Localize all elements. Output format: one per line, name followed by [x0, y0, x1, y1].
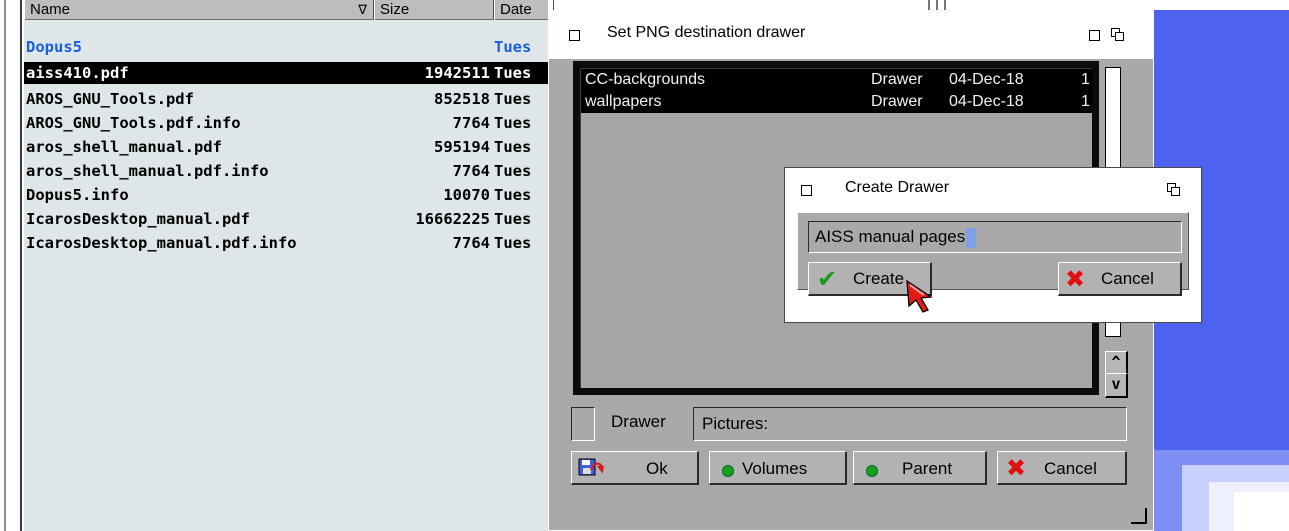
cancel-x-icon: ✖: [1006, 454, 1027, 482]
file-row[interactable]: Dopus5 Tues: [24, 36, 548, 58]
drawer-path-value: Pictures:: [702, 414, 769, 433]
column-header-size[interactable]: Size: [374, 0, 494, 20]
entry-date: 04-Dec-18: [949, 93, 1024, 110]
file-size: 1942511: [424, 64, 490, 82]
requester-titlebar[interactable]: Set PNG destination drawer: [549, 11, 1153, 59]
file-date: Tues: [494, 38, 532, 56]
file-date: Tues: [494, 162, 532, 180]
file-size: 7764: [452, 234, 490, 252]
desktop-pixel-block: [1234, 492, 1289, 531]
file-date: Tues: [494, 234, 532, 252]
file-row[interactable]: IcarosDesktop_manual.pdf.info 7764 Tues: [24, 232, 548, 254]
volumes-label: Volumes: [742, 459, 808, 478]
column-name-label: Name: [30, 1, 71, 18]
volumes-button[interactable]: Volumes: [709, 451, 847, 485]
column-size-label: Size: [380, 1, 410, 18]
dialog-cancel-label: Cancel: [1101, 269, 1154, 288]
text-cursor: [966, 227, 977, 248]
file-date: Tues: [494, 114, 532, 132]
depth-gadget-back: [1115, 32, 1124, 41]
parent-button[interactable]: Parent: [853, 451, 987, 485]
drawer-entry[interactable]: wallpapers Drawer 04-Dec-18 1: [581, 91, 1093, 113]
drawer-path-field[interactable]: Pictures:: [693, 407, 1127, 441]
file-lister-window: Name ∇ Size Date Dopus5 Tues aiss410.pdf…: [0, 0, 554, 531]
file-row[interactable]: AROS_GNU_Tools.pdf 852518 Tues: [24, 88, 548, 110]
zoom-gadget-icon[interactable]: [1089, 30, 1100, 41]
file-row[interactable]: AROS_GNU_Tools.pdf.info 7764 Tues: [24, 112, 548, 134]
file-name: IcarosDesktop_manual.pdf.info: [26, 234, 297, 252]
file-name: AROS_GNU_Tools.pdf: [26, 90, 194, 108]
lister-left-border-line: [4, 0, 6, 531]
drawer-name-value: AISS manual pages: [815, 227, 966, 246]
entry-date: 04-Dec-18: [949, 71, 1024, 88]
cancel-button[interactable]: ✖ Cancel: [997, 451, 1127, 485]
volumes-dot-icon: [722, 465, 734, 477]
file-date: Tues: [494, 64, 532, 82]
file-size: 7764: [452, 162, 490, 180]
file-row-selected[interactable]: aiss410.pdf 1942511 Tues: [24, 62, 548, 84]
file-size: 595194: [434, 138, 490, 156]
file-date: Tues: [494, 210, 532, 228]
drawer-name-input[interactable]: AISS manual pages: [808, 221, 1182, 253]
mouse-pointer-icon: [904, 278, 938, 314]
drawer-label: Drawer: [611, 412, 666, 431]
file-size: 7764: [452, 114, 490, 132]
entry-count: 1: [1081, 93, 1090, 110]
file-size: 16662225: [415, 210, 490, 228]
file-name: IcarosDesktop_manual.pdf: [26, 210, 250, 228]
file-name: Dopus5: [26, 38, 82, 56]
file-name: AROS_GNU_Tools.pdf.info: [26, 114, 241, 132]
checkmark-icon: ✔: [817, 265, 838, 293]
entry-type: Drawer: [871, 93, 923, 110]
file-row[interactable]: Dopus5.info 10070 Tues: [24, 184, 548, 206]
desktop-top-edge: [966, 0, 1289, 10]
file-size: 852518: [434, 90, 490, 108]
close-gadget-icon[interactable]: [801, 185, 812, 196]
file-name: aiss410.pdf: [26, 64, 129, 82]
depth-gadget-back: [1171, 187, 1180, 196]
dialog-body: AISS manual pages ✔ Create ✖ Cancel: [797, 212, 1189, 296]
create-drawer-dialog: Create Drawer AISS manual pages ✔ Create…: [784, 167, 1202, 323]
dialog-title: Create Drawer: [845, 179, 950, 196]
dialog-cancel-button[interactable]: ✖ Cancel: [1058, 262, 1182, 296]
drawer-popup-button[interactable]: [571, 407, 595, 441]
cancel-label: Cancel: [1044, 459, 1097, 478]
requester-title: Set PNG destination drawer: [607, 24, 806, 41]
file-row[interactable]: aros_shell_manual.pdf 595194 Tues: [24, 136, 548, 158]
entry-count: 1: [1081, 71, 1090, 88]
parent-label: Parent: [902, 459, 953, 478]
file-name: aros_shell_manual.pdf: [26, 138, 222, 156]
file-name: aros_shell_manual.pdf.info: [26, 162, 269, 180]
column-header-date[interactable]: Date: [494, 0, 554, 20]
entry-name: CC-backgrounds: [585, 71, 706, 88]
save-disk-icon: [578, 458, 605, 478]
column-header-bar: Name ∇ Size Date: [24, 0, 554, 20]
cancel-x-icon: ✖: [1065, 265, 1086, 293]
file-date: Tues: [494, 90, 532, 108]
file-row[interactable]: aros_shell_manual.pdf.info 7764 Tues: [24, 160, 548, 182]
entry-name: wallpapers: [585, 93, 662, 110]
ok-label: Ok: [646, 459, 668, 478]
sort-descending-icon[interactable]: ∇: [358, 0, 367, 19]
column-date-label: Date: [500, 1, 532, 18]
file-date: Tues: [494, 138, 532, 156]
resize-gadget-icon[interactable]: [1131, 508, 1147, 524]
file-name: Dopus5.info: [26, 186, 129, 204]
entry-type: Drawer: [871, 71, 923, 88]
ok-button[interactable]: Ok: [571, 451, 699, 485]
scroll-down-button[interactable]: v: [1105, 373, 1128, 398]
parent-dot-icon: [866, 465, 878, 477]
create-label: Create: [853, 269, 905, 288]
close-gadget-icon[interactable]: [569, 30, 580, 41]
drawer-entry[interactable]: CC-backgrounds Drawer 04-Dec-18 1: [581, 69, 1093, 91]
column-header-name[interactable]: Name ∇: [24, 0, 374, 20]
file-size: 10070: [443, 186, 490, 204]
file-date: Tues: [494, 186, 532, 204]
file-row[interactable]: IcarosDesktop_manual.pdf 16662225 Tues: [24, 208, 548, 230]
